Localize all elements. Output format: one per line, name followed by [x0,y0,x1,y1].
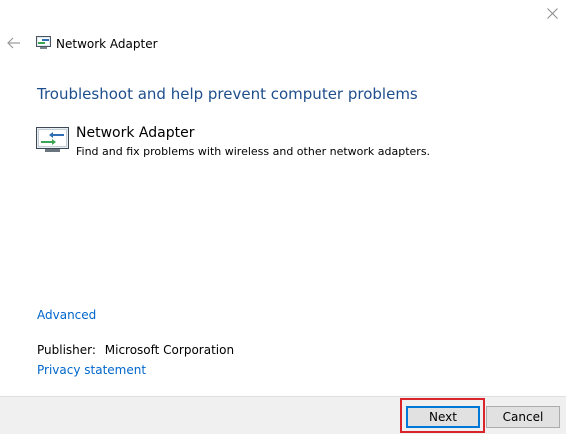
page-heading: Troubleshoot and help prevent computer p… [37,85,418,103]
troubleshooter-name: Network Adapter [76,125,195,141]
troubleshooter-window: Network Adapter Troubleshoot and help pr… [0,0,566,434]
cancel-button[interactable]: Cancel [486,406,560,428]
network-adapter-icon [36,36,51,49]
next-button[interactable]: Next [406,406,480,428]
back-button[interactable] [4,33,24,53]
privacy-statement-link[interactable]: Privacy statement [37,362,146,378]
advanced-link[interactable]: Advanced [37,307,96,323]
back-arrow-icon [7,37,20,49]
publisher-info: Publisher: Microsoft Corporation [37,342,234,358]
troubleshooter-description: Find and fix problems with wireless and … [76,145,431,158]
close-button[interactable] [540,2,564,24]
network-adapter-icon [36,127,69,152]
close-icon [546,7,558,19]
publisher-value: Microsoft Corporation [104,343,235,357]
footer-bar: Next Cancel [0,396,566,434]
window-title: Network Adapter [56,37,158,51]
publisher-label: Publisher: [37,343,96,357]
